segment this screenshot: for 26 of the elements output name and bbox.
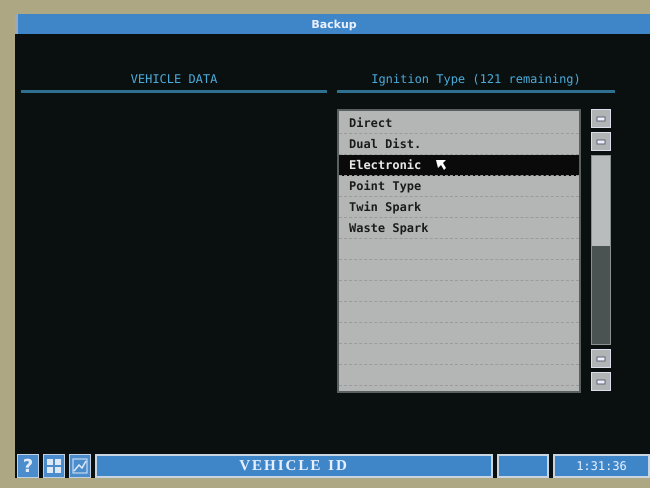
cursor-icon [435, 159, 448, 171]
grid-icon [46, 458, 62, 474]
panel-heading: VEHICLE DATA [21, 72, 327, 93]
scroll-top-button[interactable] [591, 109, 611, 128]
list-item[interactable]: Direct [339, 113, 579, 134]
window-title: Backup [311, 18, 357, 30]
clock: 1:31:36 [553, 454, 650, 478]
graph-icon [72, 458, 88, 474]
scroll-up-icon [596, 138, 606, 146]
scroll-top-icon [596, 114, 606, 122]
list-item[interactable]: Electronic [339, 155, 579, 176]
scroll-up-button[interactable] [591, 132, 611, 151]
list-item[interactable]: Point Type [339, 176, 579, 197]
list-item[interactable]: Waste Spark [339, 218, 579, 239]
scrollbar-track[interactable] [591, 155, 611, 345]
scroll-down-button[interactable] [591, 349, 611, 368]
screen-title-field: VEHICLE ID [95, 454, 493, 478]
scrollbar-thumb[interactable] [592, 156, 610, 246]
graph-button[interactable] [69, 454, 91, 478]
panel-heading: Ignition Type (121 remaining) [337, 72, 615, 93]
scroll-down-icon [596, 354, 606, 362]
scroll-bottom-icon [596, 378, 606, 386]
status-field [497, 454, 549, 478]
scroll-bottom-button[interactable] [591, 372, 611, 391]
list-item[interactable]: Twin Spark [339, 197, 579, 218]
data-button[interactable] [43, 454, 65, 478]
